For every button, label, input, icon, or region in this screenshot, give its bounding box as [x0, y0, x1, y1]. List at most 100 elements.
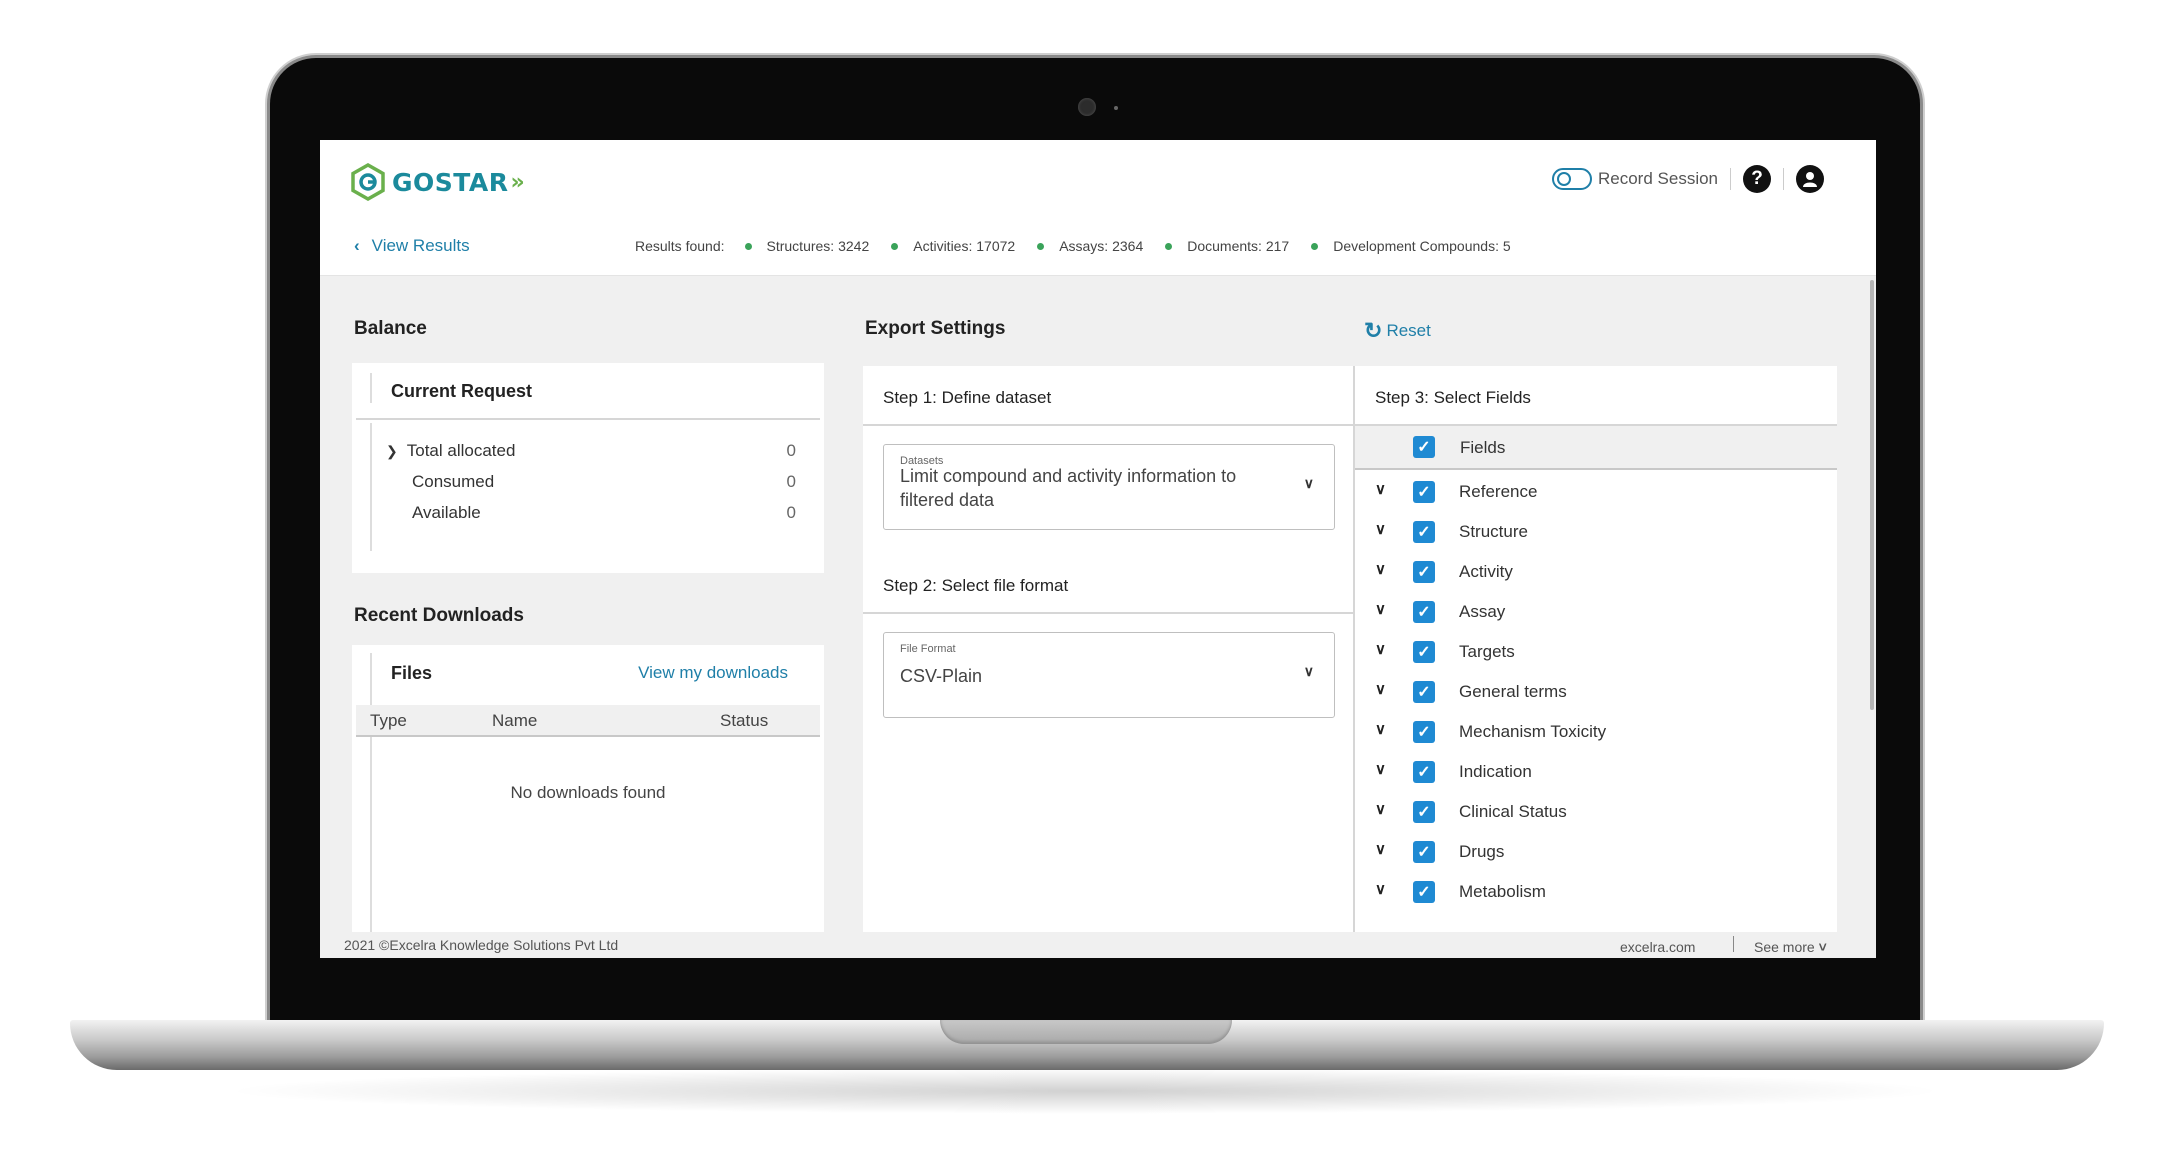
- field-checkbox[interactable]: ✓: [1413, 761, 1435, 783]
- status-dot-icon: [744, 242, 752, 250]
- step1-title: Step 1: Define dataset: [883, 388, 1052, 407]
- field-checkbox[interactable]: ✓: [1413, 601, 1435, 623]
- balance-row-consumed: Consumed 0: [412, 472, 796, 491]
- chevron-down-icon[interactable]: ∨: [1375, 640, 1386, 658]
- field-row[interactable]: ∨ ✓ Reference: [1355, 472, 1837, 512]
- field-label: Indication: [1459, 762, 1532, 781]
- footer-site-link[interactable]: excelra.com: [1620, 939, 1695, 955]
- see-more-button[interactable]: See more ˅: [1754, 939, 1827, 955]
- empty-downloads-message: No downloads found: [510, 783, 666, 802]
- balance-row-total-allocated[interactable]: ❯ Total allocated 0: [386, 441, 796, 461]
- dataset-select[interactable]: Datasets Limit compound and activity inf…: [883, 444, 1335, 530]
- step2-title: Step 2: Select file format: [883, 576, 1069, 595]
- field-row[interactable]: ∨ ✓ Indication: [1355, 752, 1837, 792]
- logo-chevron-icon: »: [510, 169, 525, 195]
- field-row[interactable]: ∨ ✓ Drugs: [1355, 832, 1837, 872]
- chevron-down-icon: ˅: [1818, 939, 1827, 955]
- field-checkbox[interactable]: ✓: [1413, 521, 1435, 543]
- field-checkbox[interactable]: ✓: [1413, 481, 1435, 503]
- field-label: General terms: [1459, 682, 1567, 701]
- field-row[interactable]: ∨ ✓ General terms: [1355, 672, 1837, 712]
- export-settings-card: Step 1: Define dataset Datasets Limit co…: [863, 366, 1837, 958]
- chevron-down-icon[interactable]: ∨: [1375, 480, 1386, 498]
- field-checkbox[interactable]: ✓: [1413, 881, 1435, 903]
- gostar-logo[interactable]: GOSTAR »: [350, 162, 525, 202]
- laptop-notch: [940, 1020, 1232, 1044]
- stat-development-compounds[interactable]: Development Compounds: 5: [1311, 238, 1511, 254]
- field-checkbox[interactable]: ✓: [1413, 561, 1435, 583]
- field-label: Drugs: [1459, 842, 1505, 861]
- file-format-caption: File Format: [900, 643, 956, 655]
- field-checkbox[interactable]: ✓: [1413, 641, 1435, 663]
- chevron-down-icon[interactable]: ∨: [1375, 560, 1386, 578]
- stat-activities[interactable]: Activities: 17072: [891, 238, 1015, 254]
- files-card: Files View my downloads Type Name Status…: [352, 645, 824, 958]
- chevron-down-icon[interactable]: ❯: [386, 443, 398, 460]
- chevron-down-icon[interactable]: ∨: [1375, 600, 1386, 618]
- record-session-control[interactable]: Record Session ?: [1552, 165, 1825, 193]
- stat-documents[interactable]: Documents: 217: [1165, 238, 1289, 254]
- stat-structures[interactable]: Structures: 3242: [744, 238, 869, 254]
- user-account-icon[interactable]: [1796, 165, 1825, 193]
- field-row[interactable]: ∨ ✓ Targets: [1355, 632, 1837, 672]
- logo-text: GOSTAR: [392, 167, 509, 197]
- export-settings-title: Export Settings: [865, 318, 1006, 339]
- record-session-label: Record Session: [1598, 169, 1719, 188]
- chevron-left-icon: ‹: [354, 236, 360, 255]
- select-all-fields-checkbox[interactable]: ✓: [1413, 436, 1435, 458]
- file-format-select[interactable]: File Format CSV-Plain ∨: [883, 632, 1335, 718]
- step3-title: Step 3: Select Fields: [1375, 388, 1531, 407]
- help-icon[interactable]: ?: [1743, 165, 1772, 193]
- column-type[interactable]: Type: [370, 711, 407, 731]
- field-label: Metabolism: [1459, 882, 1546, 901]
- webcam-icon: [1078, 98, 1096, 116]
- status-dot-icon: [1311, 242, 1319, 250]
- stat-assays[interactable]: Assays: 2364: [1037, 238, 1143, 254]
- field-row[interactable]: ∨ ✓ Metabolism: [1355, 872, 1837, 912]
- field-row[interactable]: ∨ ✓ Assay: [1355, 592, 1837, 632]
- chevron-down-icon[interactable]: ∨: [1375, 680, 1386, 698]
- fields-header-label: Fields: [1460, 438, 1506, 457]
- field-row[interactable]: ∨ ✓ Structure: [1355, 512, 1837, 552]
- chevron-down-icon[interactable]: ∨: [1375, 840, 1386, 858]
- field-label: Clinical Status: [1459, 802, 1567, 821]
- field-row[interactable]: ∨ ✓ Clinical Status: [1355, 792, 1837, 832]
- results-found-label: Results found:: [635, 238, 725, 254]
- chevron-down-icon[interactable]: ∨: [1375, 760, 1386, 778]
- current-request-card: Current Request ❯ Total allocated 0 Consu…: [352, 363, 824, 573]
- footer-copyright: 2021 ©Excelra Knowledge Solutions Pvt Lt…: [344, 937, 619, 953]
- column-name[interactable]: Name: [492, 711, 537, 731]
- header-divider: [1730, 168, 1732, 190]
- app-header: GOSTAR » Record Session ?: [320, 140, 1876, 218]
- chevron-down-icon[interactable]: ∨: [1375, 880, 1386, 898]
- chevron-down-icon[interactable]: ∨: [1375, 520, 1386, 538]
- chevron-down-icon[interactable]: ∨: [1375, 720, 1386, 738]
- balance-row-available: Available 0: [412, 503, 796, 522]
- reset-label: Reset: [1386, 321, 1431, 340]
- balance-title: Balance: [354, 318, 427, 339]
- scrollbar-thumb[interactable]: [1870, 280, 1874, 710]
- app-screen: GOSTAR » Record Session ? ‹ View Results …: [320, 140, 1876, 958]
- field-row[interactable]: ∨ ✓ Activity: [1355, 552, 1837, 592]
- field-checkbox[interactable]: ✓: [1413, 801, 1435, 823]
- footer: 2021 ©Excelra Knowledge Solutions Pvt Lt…: [320, 932, 1876, 958]
- field-checkbox[interactable]: ✓: [1413, 681, 1435, 703]
- column-status[interactable]: Status: [720, 711, 768, 731]
- downloads-table-header: Type Name Status: [356, 705, 820, 737]
- field-row[interactable]: ∨ ✓ Mechanism Toxicity: [1355, 712, 1837, 752]
- reset-button[interactable]: ↻ Reset: [1364, 318, 1431, 344]
- field-label: Assay: [1459, 602, 1506, 621]
- gostar-logo-icon: [351, 163, 385, 201]
- view-my-downloads-link[interactable]: View my downloads: [638, 663, 788, 683]
- field-checkbox[interactable]: ✓: [1413, 721, 1435, 743]
- reset-icon: ↻: [1364, 318, 1383, 343]
- field-checkbox[interactable]: ✓: [1413, 841, 1435, 863]
- field-label: Reference: [1459, 482, 1538, 501]
- status-dot-icon: [1165, 242, 1173, 250]
- laptop-shadow: [220, 1068, 1950, 1114]
- record-session-toggle[interactable]: [1552, 168, 1592, 190]
- chevron-down-icon[interactable]: ∨: [1375, 800, 1386, 818]
- view-results-link[interactable]: ‹ View Results: [354, 236, 470, 256]
- dataset-select-value-line1: Limit compound and activity information …: [900, 466, 1237, 486]
- current-request-title: Current Request: [391, 381, 533, 401]
